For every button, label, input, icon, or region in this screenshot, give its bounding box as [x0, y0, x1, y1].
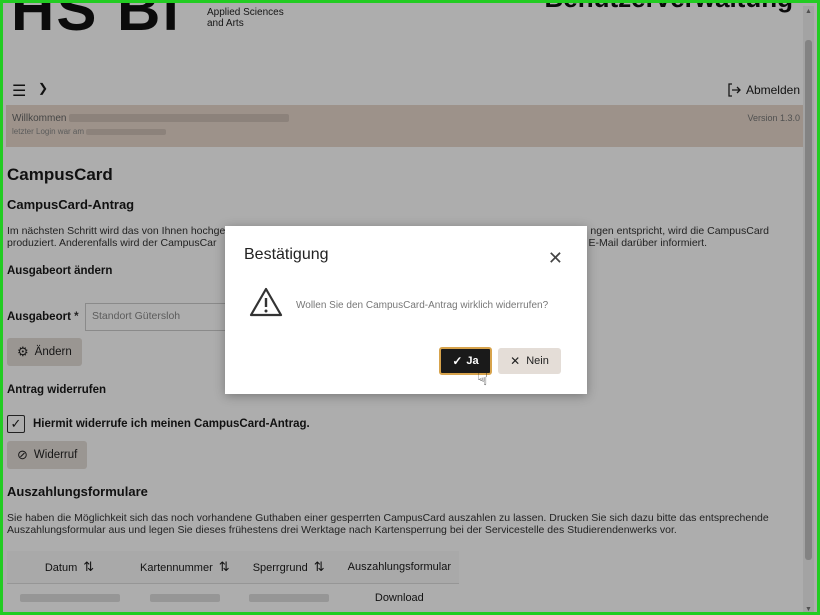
browser-window: HS Bi Applied Sciences and Arts Benutzer…	[0, 0, 820, 615]
close-icon[interactable]: ✕	[548, 248, 563, 269]
dialog-message: Wollen Sie den CampusCard-Antrag wirklic…	[296, 300, 549, 311]
check-icon: ✓	[452, 354, 463, 368]
confirm-yes-label: Ja	[466, 355, 479, 367]
close-icon: ✕	[510, 354, 521, 368]
warning-icon	[249, 287, 283, 317]
confirm-no-button[interactable]: ✕ Nein	[498, 348, 561, 374]
confirmation-dialog: Bestätigung ✕ Wollen Sie den CampusCard-…	[225, 226, 587, 394]
hand-cursor-icon: ☟	[477, 369, 488, 389]
dialog-title: Bestätigung	[244, 246, 329, 263]
confirm-no-label: Nein	[526, 355, 549, 367]
